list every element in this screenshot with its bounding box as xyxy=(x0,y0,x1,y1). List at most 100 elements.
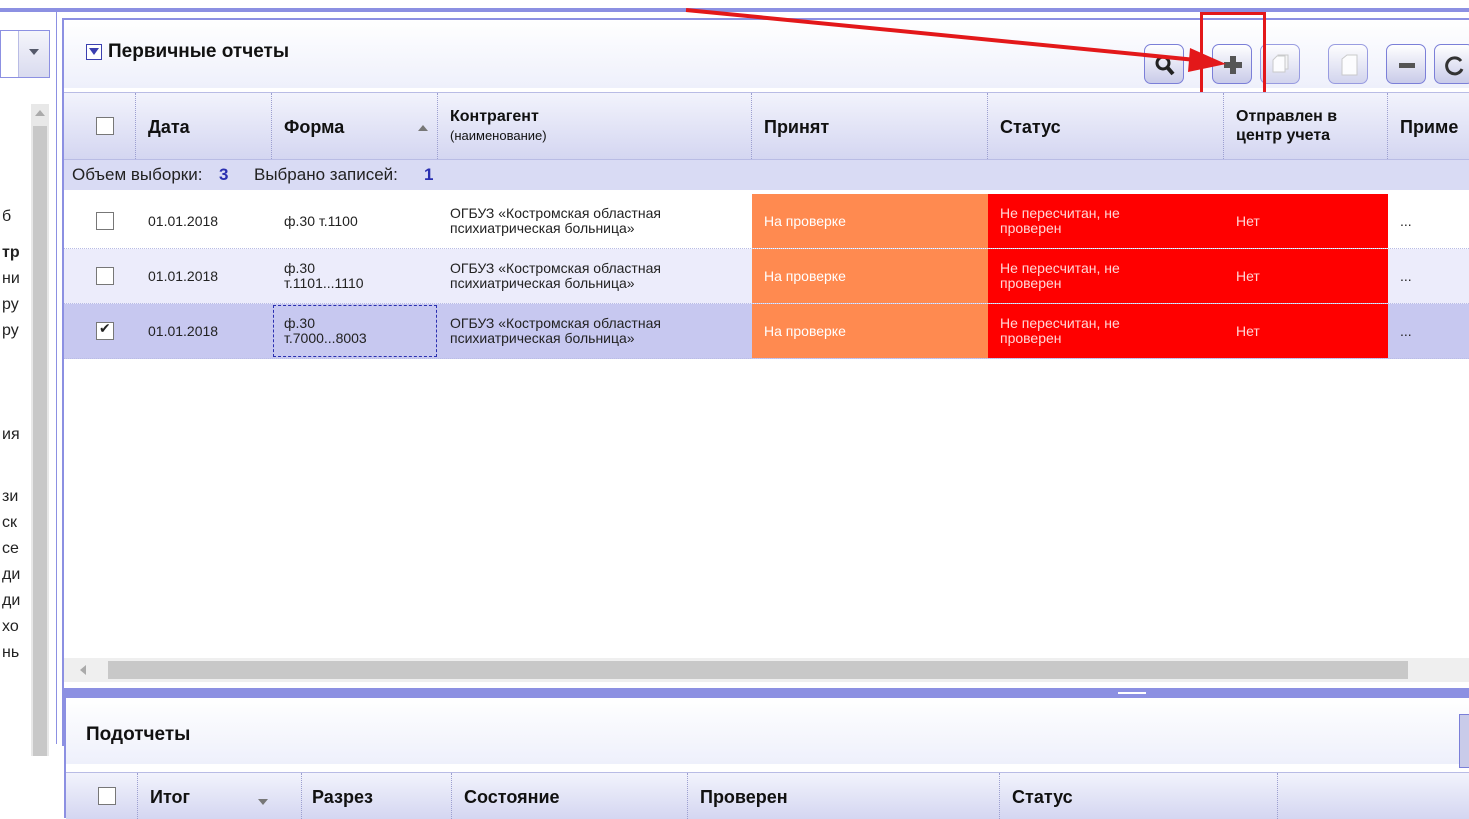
column-header-contractor[interactable]: Контрагент (наименование) xyxy=(438,93,752,159)
left-vertical-scrollbar[interactable] xyxy=(31,104,49,756)
subreports-title: Подотчеты xyxy=(86,724,191,745)
note-cell[interactable]: ... xyxy=(1388,304,1469,358)
column-header-label: Статус xyxy=(1000,117,1061,137)
scrollbar-thumb[interactable] xyxy=(108,661,1408,679)
column-header-sent[interactable]: Отправлен в центр учета xyxy=(1224,93,1388,159)
column-header-accepted[interactable]: Принят xyxy=(752,93,988,159)
contractor-cell[interactable]: ОГБУЗ «Костромская областная психиатричес… xyxy=(438,194,752,248)
column-header-total[interactable]: Итог xyxy=(138,773,302,819)
sent-cell[interactable]: Нет xyxy=(1224,249,1388,303)
row-checkbox[interactable] xyxy=(96,321,114,340)
table-row[interactable]: 01.01.2018 ф.30 т.1101...1110 ОГБУЗ «Кост… xyxy=(64,249,1469,304)
top-bar xyxy=(0,0,1469,20)
subreports-toolbar-button[interactable] xyxy=(1459,714,1469,768)
column-header-label: Дата xyxy=(148,117,190,137)
column-header-label: Итог xyxy=(150,787,191,807)
left-text-fragment: ди xyxy=(2,566,21,583)
scroll-up-icon[interactable] xyxy=(35,110,45,116)
contractor-cell[interactable]: ОГБУЗ «Костромская областная психиатричес… xyxy=(438,249,752,303)
sent-cell[interactable]: Нет xyxy=(1224,194,1388,248)
column-header-date[interactable]: Дата xyxy=(136,93,272,159)
column-header-checked[interactable]: Проверен xyxy=(688,773,1000,819)
splitter-grip[interactable] xyxy=(1118,692,1146,694)
left-text-fragment: ск xyxy=(2,514,17,531)
status-cell[interactable]: Не пересчитан, не проверен xyxy=(988,249,1224,303)
form-cell[interactable]: ф.30 т.1101...1110 xyxy=(272,249,438,303)
add-button[interactable] xyxy=(1212,44,1252,84)
primary-reports-panel: Первичные отчеты Дата Форма Контрагент (… xyxy=(62,12,1469,819)
table-row-selected[interactable]: 01.01.2018 ф.30т.7000...8003 ОГБУЗ «Кост… xyxy=(64,304,1469,359)
left-text-fragment: хо xyxy=(2,618,19,635)
search-icon xyxy=(1155,55,1175,76)
header-select-cell xyxy=(64,93,136,159)
horizontal-scrollbar[interactable] xyxy=(64,658,1469,682)
left-text-fragment: тр xyxy=(2,244,20,261)
column-header-section[interactable]: Разрез xyxy=(302,773,452,819)
page-title: Первичные отчеты xyxy=(108,41,290,62)
column-header-state[interactable]: Состояние xyxy=(452,773,688,819)
column-header-label: Приме xyxy=(1400,117,1459,137)
left-text-fragment: се xyxy=(2,540,19,557)
status-cell[interactable]: Не пересчитан, не проверен xyxy=(988,194,1224,248)
column-header-label: Статус xyxy=(1012,787,1073,807)
scrollbar-thumb[interactable] xyxy=(33,126,47,756)
volume-value: 3 xyxy=(219,165,229,184)
scroll-left-icon[interactable] xyxy=(80,665,86,675)
panel-splitter[interactable] xyxy=(64,688,1469,698)
row-checkbox[interactable] xyxy=(96,212,114,230)
accepted-cell[interactable]: На проверке xyxy=(752,194,988,248)
date-cell[interactable]: 01.01.2018 xyxy=(136,194,272,248)
note-cell[interactable]: ... xyxy=(1388,194,1469,248)
status-cell[interactable]: Не пересчитан, не проверен xyxy=(988,304,1224,358)
refresh-button[interactable] xyxy=(1434,44,1469,84)
subreports-table-header: Итог Разрез Состояние Проверен Статус xyxy=(66,772,1469,819)
select-all-checkbox[interactable] xyxy=(98,787,116,805)
left-text-fragment: б xyxy=(2,208,12,225)
top-divider xyxy=(0,8,1469,12)
remove-button[interactable] xyxy=(1386,44,1426,84)
date-cell[interactable]: 01.01.2018 xyxy=(136,304,272,358)
date-cell[interactable]: 01.01.2018 xyxy=(136,249,272,303)
chevron-down-icon xyxy=(29,49,39,55)
left-text-fragment: зи xyxy=(2,488,19,505)
accepted-cell[interactable]: На проверке xyxy=(752,249,988,303)
combo-dropdown-button[interactable] xyxy=(18,31,49,77)
plus-icon xyxy=(1224,56,1242,74)
search-button[interactable] xyxy=(1144,44,1184,84)
sort-ascending-icon xyxy=(418,125,428,131)
table-row[interactable]: 01.01.2018 ф.30 т.1100 ОГБУЗ «Костромска… xyxy=(64,194,1469,249)
note-cell[interactable]: ... xyxy=(1388,249,1469,303)
selection-summary: Объем выборки: 3 Выбрано записей: 1 xyxy=(64,160,1469,190)
column-header-status[interactable]: Статус xyxy=(988,93,1224,159)
column-header-status[interactable]: Статус xyxy=(1000,773,1278,819)
minus-icon xyxy=(1399,63,1415,68)
left-combo-box[interactable] xyxy=(0,30,50,78)
new-document-button[interactable] xyxy=(1328,44,1368,84)
contractor-cell[interactable]: ОГБУЗ «Костромская областная психиатричес… xyxy=(438,304,752,358)
column-header-form[interactable]: Форма xyxy=(272,93,438,159)
column-header-label: Принят xyxy=(764,117,830,137)
left-text-fragment: ди xyxy=(2,592,21,609)
column-header-label: Проверен xyxy=(700,787,788,807)
left-panel: б тр ни ру ру ия зи ск се ди ди хо нь xyxy=(0,12,57,756)
form-cell[interactable]: ф.30 т.1100 xyxy=(272,194,438,248)
form-cell-focused[interactable]: ф.30 т.7000...8003 xyxy=(272,304,438,358)
copy-button[interactable] xyxy=(1260,44,1300,84)
header-select-cell xyxy=(66,773,138,819)
row-select-cell xyxy=(64,304,136,358)
selected-label: Выбрано записей: xyxy=(254,165,398,184)
left-text-fragment: ру xyxy=(2,322,19,339)
row-checkbox[interactable] xyxy=(96,267,114,285)
filter-icon[interactable] xyxy=(86,44,102,60)
column-header-label: Разрез xyxy=(312,787,373,807)
left-text-fragment: нь xyxy=(2,644,20,661)
column-header-label: Форма xyxy=(284,117,345,137)
document-icon xyxy=(1341,54,1358,76)
select-all-checkbox[interactable] xyxy=(96,117,114,135)
accepted-cell[interactable]: На проверке xyxy=(752,304,988,358)
column-header-note[interactable]: Приме xyxy=(1388,93,1469,159)
sent-cell[interactable]: Нет xyxy=(1224,304,1388,358)
panel-header: Первичные отчеты xyxy=(64,12,1469,98)
column-header-label: Контрагент (наименование) xyxy=(450,108,547,143)
column-header-label: Состояние xyxy=(464,787,560,807)
